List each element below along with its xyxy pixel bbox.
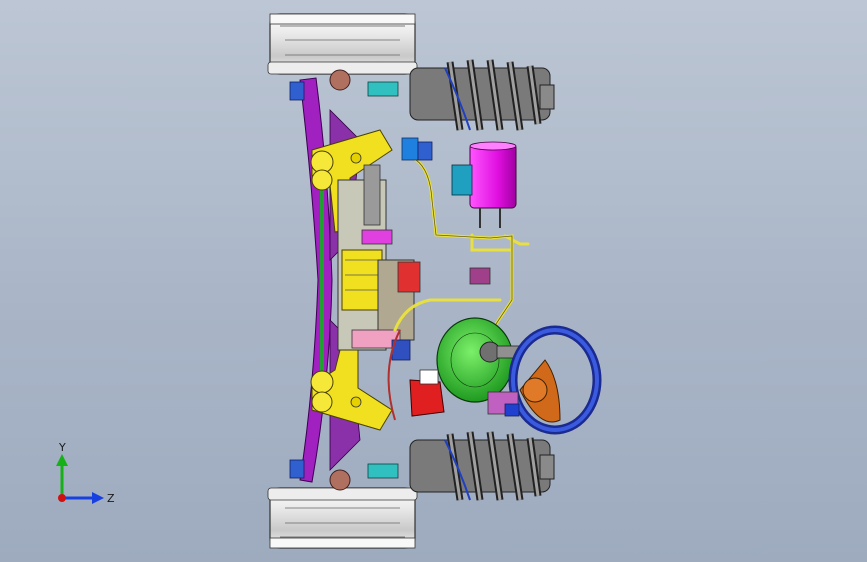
bottom-coil-spring [409,431,555,501]
y-axis-label: Y [58,441,66,454]
y-axis-arrow-icon [56,454,68,466]
reservoir-tank [451,141,517,228]
steering-wheel [508,325,602,435]
brake-booster [436,317,520,403]
steering-rack [337,164,421,361]
top-coil-spring [409,59,555,131]
z-axis-label: Z [107,492,115,505]
chassis-assembly-model[interactable] [0,0,867,562]
top-wheel [267,13,418,75]
cad-viewport[interactable]: Y Z [0,0,867,562]
bottom-wheel [267,487,418,549]
z-axis-arrow-icon [92,492,104,504]
coordinate-triad: Y Z [56,441,115,505]
x-axis-origin-icon [58,494,66,502]
